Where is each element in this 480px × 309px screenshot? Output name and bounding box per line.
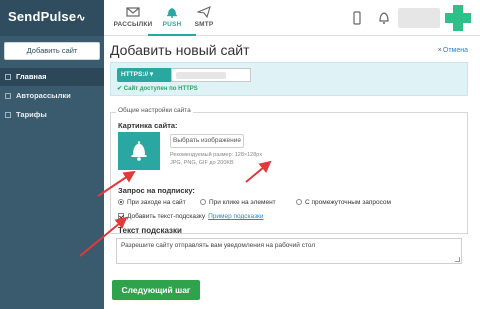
radio-label: С промежуточным запросом xyxy=(305,199,391,206)
logo-text: SendPulse xyxy=(8,9,77,24)
resize-handle-icon[interactable] xyxy=(455,257,460,262)
radio-intermediate[interactable]: С промежуточным запросом xyxy=(296,199,391,206)
site-image-label: Картинка сайта: xyxy=(118,121,178,130)
radio-dot xyxy=(200,199,206,205)
sidebar-item-autoresponders[interactable]: Авторассылки xyxy=(0,87,104,105)
site-url-redacted xyxy=(176,72,226,79)
hint-text-value: Разрешите сайту отправлять вам уведомлен… xyxy=(121,242,316,249)
next-step-button[interactable]: Следующий шаг xyxy=(112,280,200,300)
check-circle-icon: ✔ xyxy=(117,86,123,92)
radio-label: При заходе на сайт xyxy=(127,199,186,206)
hint-text-input[interactable]: Разрешите сайту отправлять вам уведомлен… xyxy=(116,238,462,264)
add-hint-label: Добавить текст-подсказку xyxy=(127,213,206,220)
cancel-label: Отмена xyxy=(442,47,468,54)
square-icon xyxy=(5,93,11,99)
hint-example-link[interactable]: Пример подсказки xyxy=(208,213,263,220)
add-hint-checkbox[interactable] xyxy=(118,213,124,219)
square-icon xyxy=(5,74,11,80)
cancel-link[interactable]: ×Отмена xyxy=(438,47,468,54)
subscription-request-label: Запрос на подписку: xyxy=(118,186,195,195)
bell-icon xyxy=(131,141,147,161)
general-settings-legend: Общие настройки сайта xyxy=(116,107,193,114)
mobile-icon[interactable] xyxy=(351,11,363,25)
radio-dot xyxy=(296,199,302,205)
https-status-text: Сайт доступен по HTTPS xyxy=(123,86,198,92)
sidebar-item-label: Авторассылки xyxy=(16,91,71,100)
protocol-select[interactable]: HTTPS:// ▾ xyxy=(117,68,171,82)
sendpulse-logo[interactable]: SendPulse∿ xyxy=(8,9,86,24)
recommended-size-text: Рекомендуемый размер: 128×128px xyxy=(170,152,263,158)
main-content: Добавить новый сайт ×Отмена HTTPS:// ▾ ✔… xyxy=(104,36,480,309)
paper-plane-icon xyxy=(197,6,211,18)
radio-label: При клике на элемент xyxy=(209,199,276,206)
sidebar-item-pricing[interactable]: Тарифы xyxy=(0,106,104,124)
radio-on-visit[interactable]: При заходе на сайт xyxy=(118,199,186,206)
hint-text-title: Текст подсказки xyxy=(118,226,182,235)
tab-smtp[interactable]: SMTP xyxy=(180,0,228,36)
add-site-button[interactable]: Добавить сайт xyxy=(4,42,100,60)
plus-cross-icon[interactable] xyxy=(444,4,472,32)
site-image-preview xyxy=(118,132,160,170)
logo-area: SendPulse∿ xyxy=(0,0,104,36)
pulse-icon: ∿ xyxy=(76,12,86,24)
site-url-input[interactable] xyxy=(171,68,251,82)
bell-icon xyxy=(167,8,177,18)
top-bar: SendPulse∿ РАССЫЛКИ PUSH SMTP xyxy=(0,0,480,36)
sidebar: Добавить сайт Главная Авторассылки Тариф… xyxy=(0,36,104,309)
sidebar-item-home[interactable]: Главная xyxy=(0,68,104,86)
page-title: Добавить новый сайт xyxy=(110,42,250,58)
choose-image-button[interactable]: Выбрать изображение xyxy=(170,134,244,148)
radio-on-click[interactable]: При клике на элемент xyxy=(200,199,276,206)
sidebar-item-label: Тарифы xyxy=(16,110,47,119)
sidebar-item-label: Главная xyxy=(16,72,47,81)
formats-text: JPG, PNG, GIF до 200KB xyxy=(170,160,234,166)
notification-bell-icon[interactable] xyxy=(378,11,390,25)
close-icon: × xyxy=(437,47,442,54)
envelope-icon xyxy=(126,7,140,17)
tab-smtp-label: SMTP xyxy=(194,21,214,28)
square-icon xyxy=(5,112,11,118)
https-status: ✔ Сайт доступен по HTTPS xyxy=(117,85,198,92)
user-account-redacted[interactable] xyxy=(398,8,440,28)
radio-dot xyxy=(118,199,124,205)
site-url-panel: HTTPS:// ▾ ✔ Сайт доступен по HTTPS xyxy=(110,62,468,96)
add-hint-checkbox-row[interactable]: Добавить текст-подсказку Пример подсказки xyxy=(118,213,264,220)
